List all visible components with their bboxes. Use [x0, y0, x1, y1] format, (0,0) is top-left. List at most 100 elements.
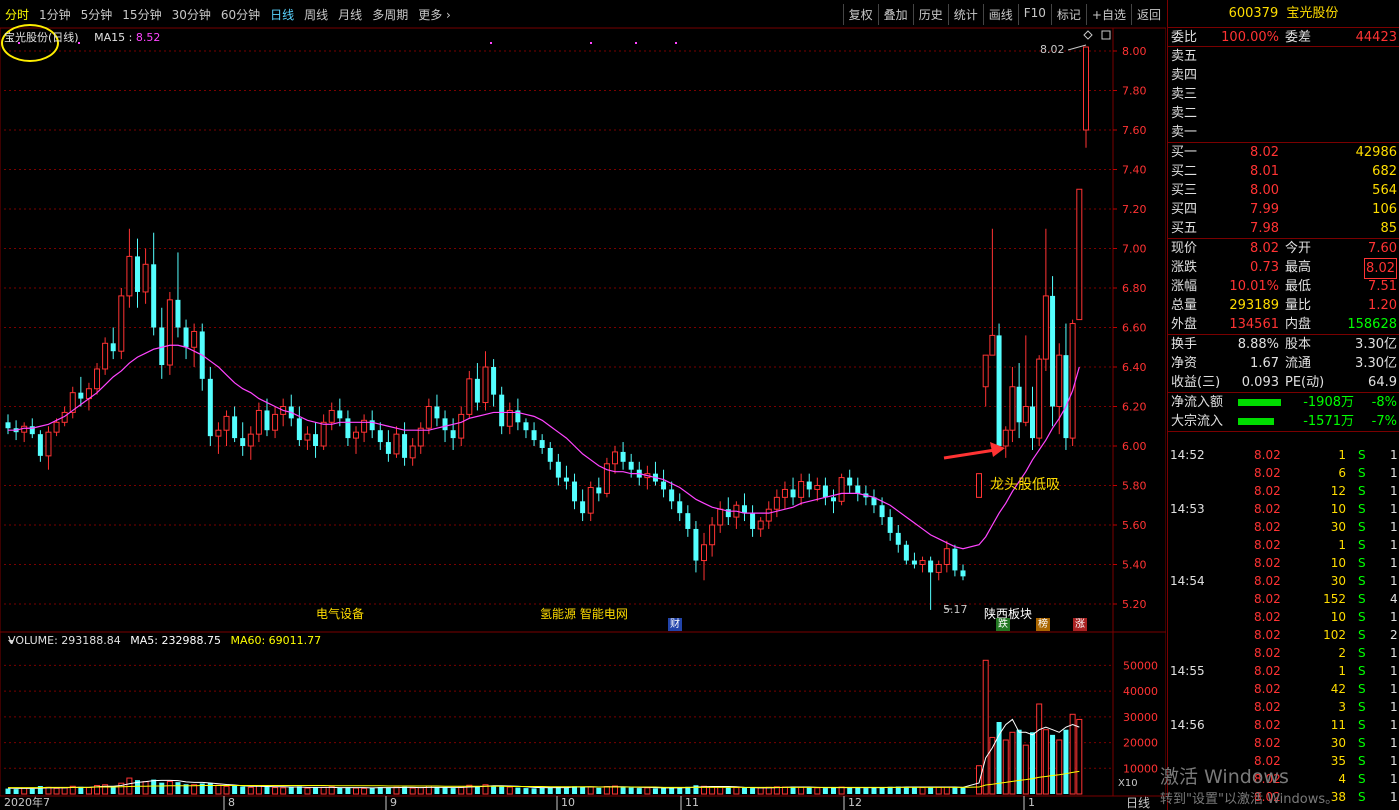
sell-level-row[interactable]: 卖一 — [1168, 123, 1399, 142]
candle-body — [247, 433, 254, 447]
tick-count: 1 — [1390, 718, 1398, 732]
tick-side: S — [1358, 556, 1366, 570]
tick-row[interactable]: 14:54 8.02 30 S 1 — [1168, 572, 1399, 590]
period-tab-3[interactable]: 15分钟 — [117, 6, 166, 23]
sell-level-row[interactable]: 卖四 — [1168, 66, 1399, 85]
quote-value-2: 158628 — [1347, 317, 1397, 332]
period-tab-1[interactable]: 1分钟 — [34, 6, 76, 23]
candle-body — [175, 299, 181, 328]
tick-price: 8.02 — [1254, 502, 1281, 516]
volume-bar — [313, 787, 319, 794]
tick-row[interactable]: 8.02 42 S 1 — [1168, 680, 1399, 698]
stock-code: 600379 — [1228, 6, 1279, 21]
period-tab-9[interactable]: 多周期 — [367, 6, 413, 23]
volume-bar — [1016, 729, 1022, 794]
candle-body — [5, 422, 11, 429]
tick-row[interactable]: 8.02 30 S 1 — [1168, 734, 1399, 752]
candle-body — [935, 564, 942, 573]
buy-level-row[interactable]: 买一 8.02 42986 — [1168, 143, 1399, 162]
tick-row[interactable]: 8.02 30 S 1 — [1168, 518, 1399, 536]
toolbar-button-8[interactable]: 返回 — [1130, 4, 1166, 25]
tick-row[interactable]: 14:52 8.02 1 S 1 — [1168, 446, 1399, 464]
candle-body — [855, 485, 861, 494]
info-value-2: 3.30亿 — [1355, 337, 1397, 352]
period-tag[interactable]: 日线 — [1126, 794, 1150, 810]
tick-row[interactable]: 8.02 102 S 2 — [1168, 626, 1399, 644]
toolbar-button-5[interactable]: F10 — [1017, 4, 1051, 25]
stock-chart[interactable]: 8.00 7.80 7.60 7.40 7.20 7.00 6.80 6.60 6.40 6.20… — [0, 28, 1166, 810]
sell-level-row[interactable]: 卖五 — [1168, 47, 1399, 66]
period-tab-8[interactable]: 月线 — [333, 6, 367, 23]
sell-level-row[interactable]: 卖二 — [1168, 104, 1399, 123]
concept-label-hydrogen[interactable]: 氢能源 智能电网 — [540, 605, 628, 622]
toolbar-button-0[interactable]: 复权 — [842, 4, 878, 25]
volume-bar — [5, 788, 11, 794]
tick-row[interactable]: 8.02 10 S 1 — [1168, 608, 1399, 626]
toolbar-button-2[interactable]: 历史 — [912, 4, 948, 25]
event-marker-list[interactable]: 榜 — [1036, 618, 1050, 631]
tick-count: 1 — [1390, 664, 1398, 678]
candle-body — [1022, 406, 1029, 423]
toolbar-button-1[interactable]: 叠加 — [877, 4, 913, 25]
buy-level-row[interactable]: 买二 8.01 682 — [1168, 162, 1399, 181]
period-tab-10[interactable]: 更多 › — [413, 6, 456, 23]
period-tab-0[interactable]: 分时 — [0, 6, 34, 23]
candle-body — [458, 413, 465, 439]
weicha-label: 委差 — [1285, 30, 1312, 45]
tick-row[interactable]: 14:55 8.02 1 S 1 — [1168, 662, 1399, 680]
period-tabs: 分时 1分钟 5分钟 15分钟 30分钟 60分钟 日线 周线 月线 多周期 更多 › — [0, 6, 456, 23]
period-tab-5[interactable]: 60分钟 — [216, 6, 265, 23]
tick-row[interactable]: 8.02 3 S 1 — [1168, 698, 1399, 716]
tick-price: 8.02 — [1254, 592, 1281, 606]
candle-body — [547, 447, 553, 462]
tick-row[interactable]: 14:56 8.02 11 S 1 — [1168, 716, 1399, 734]
tick-row[interactable]: 8.02 1 S 1 — [1168, 536, 1399, 554]
tick-price: 8.02 — [1254, 664, 1281, 678]
period-tab-4[interactable]: 30分钟 — [167, 6, 216, 23]
period-tab-7[interactable]: 周线 — [299, 6, 333, 23]
buy-level-row[interactable]: 买四 7.99 106 — [1168, 200, 1399, 219]
tick-time: 14:53 — [1170, 502, 1205, 516]
volume-bar — [442, 787, 448, 794]
info-label-2: 流通 — [1285, 356, 1312, 371]
period-tab-2[interactable]: 5分钟 — [76, 6, 118, 23]
candle-body — [903, 544, 909, 561]
tick-side: S — [1358, 754, 1366, 768]
volume-bar — [29, 788, 35, 794]
volume-bar — [960, 787, 966, 794]
buy-level-row[interactable]: 买三 8.00 564 — [1168, 181, 1399, 200]
volume-bar — [13, 789, 19, 794]
legend-ma-value: 8.52 — [135, 31, 161, 44]
tick-row[interactable]: 8.02 2 S 1 — [1168, 644, 1399, 662]
concept-label-electrical[interactable]: 电气设备 — [316, 605, 364, 622]
candle-body — [304, 433, 311, 441]
candle-body — [555, 461, 561, 478]
price-legend: 宝光股份(日线) MA15 : 8.52 — [4, 31, 161, 44]
volume-bar — [491, 785, 497, 794]
volume-tick-label: 40000 — [1123, 685, 1158, 698]
info-value-2: 64.9 — [1368, 375, 1397, 390]
event-marker-fall[interactable]: 跌 — [996, 618, 1010, 631]
tick-list[interactable]: 14:52 8.02 1 S 1 8.02 6 S 1 8.02 12 S 11… — [1168, 446, 1399, 806]
tick-row[interactable]: 8.02 6 S 1 — [1168, 464, 1399, 482]
event-marker-finance[interactable]: 财 — [668, 618, 682, 631]
candle-body — [110, 343, 116, 352]
period-tab-6[interactable]: 日线 — [265, 6, 299, 23]
flow-value: -1571万 — [1303, 414, 1354, 429]
toolbar-button-7[interactable]: +自选 — [1085, 4, 1131, 25]
tick-row[interactable]: 14:53 8.02 10 S 1 — [1168, 500, 1399, 518]
volume-bar — [385, 787, 391, 794]
candle-body — [523, 422, 529, 431]
sell-level-row[interactable]: 卖三 — [1168, 85, 1399, 104]
event-marker-rise[interactable]: 涨 — [1073, 618, 1087, 631]
tick-row[interactable]: 8.02 12 S 1 — [1168, 482, 1399, 500]
toolbar-button-6[interactable]: 标记 — [1050, 4, 1086, 25]
volume-bar — [709, 786, 716, 795]
buy-level-row[interactable]: 买五 7.98 85 — [1168, 219, 1399, 238]
toolbar-button-4[interactable]: 画线 — [982, 4, 1018, 25]
toolbar-button-3[interactable]: 统计 — [947, 4, 983, 25]
tick-row[interactable]: 8.02 152 S 4 — [1168, 590, 1399, 608]
volume-bar — [166, 780, 173, 795]
candle-body — [750, 513, 756, 529]
tick-row[interactable]: 8.02 10 S 1 — [1168, 554, 1399, 572]
